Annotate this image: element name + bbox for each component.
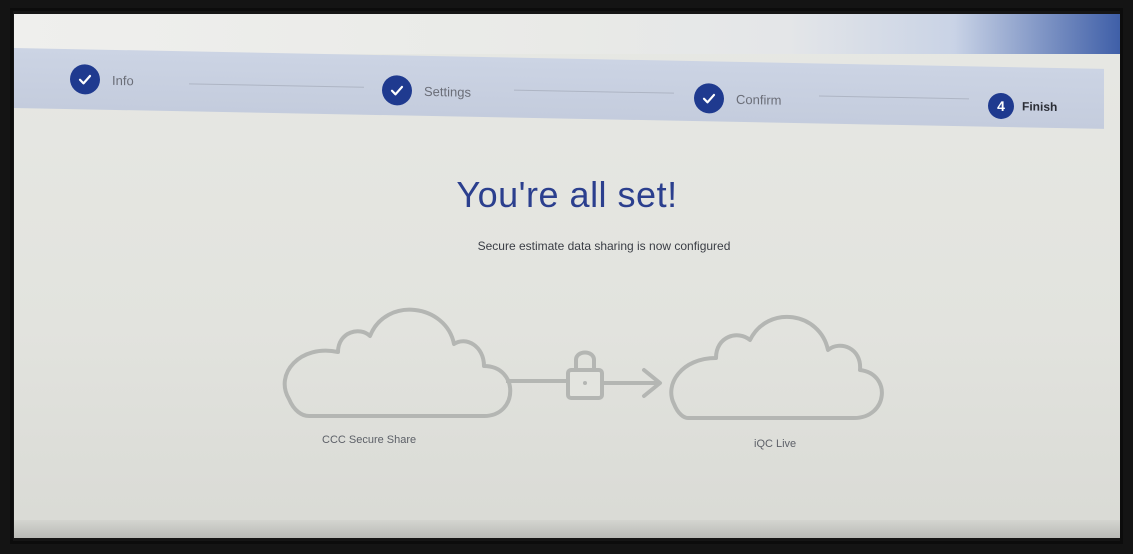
lock-icon xyxy=(566,350,604,400)
cloud-icon xyxy=(669,314,884,420)
source-label: CCC Secure Share xyxy=(322,434,417,446)
wizard-content: You're all set! Secure estimate data sha… xyxy=(14,14,1120,538)
screen-bottom-edge xyxy=(14,520,1120,538)
cloud-icon xyxy=(282,307,513,418)
setup-wizard-screen: Info Settings Confirm 4 Finish You're al… xyxy=(14,14,1120,538)
data-sharing-illustration xyxy=(282,307,884,420)
target-label: iQC Live xyxy=(754,438,797,450)
